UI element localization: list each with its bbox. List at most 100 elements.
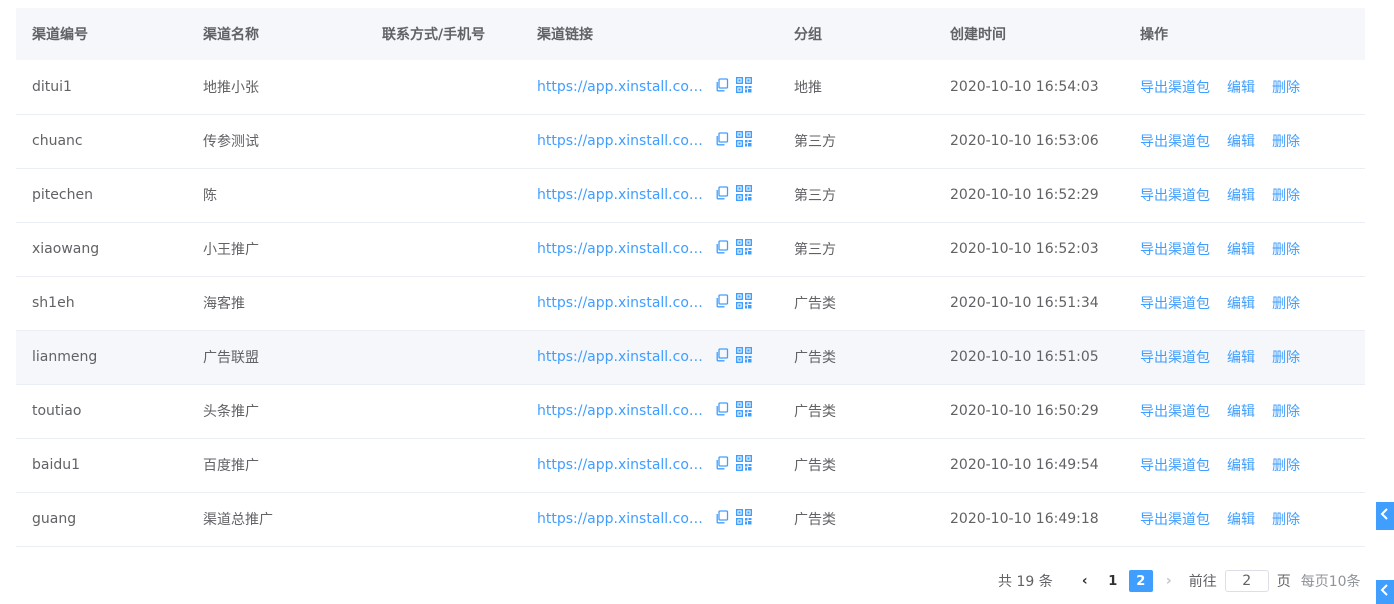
copy-icon[interactable] <box>715 240 729 258</box>
table-row: xiaowang 小王推广 https://app.xinstall.com/.… <box>16 222 1365 276</box>
channel-link[interactable]: https://app.xinstall.com/... <box>537 295 703 311</box>
export-package-button[interactable]: 导出渠道包 <box>1140 188 1210 204</box>
side-collapse-tab-2[interactable] <box>1376 580 1394 604</box>
created-time: 2020-10-10 16:51:05 <box>950 349 1099 365</box>
channel-code-cell: pitechen <box>16 168 187 222</box>
channel-name: 海客推 <box>203 296 245 312</box>
qrcode-icon[interactable] <box>735 508 752 529</box>
channel-link[interactable]: https://app.xinstall.com/... <box>537 403 703 419</box>
created-time-cell: 2020-10-10 16:50:29 <box>934 384 1124 438</box>
channel-name-cell: 海客推 <box>187 276 366 330</box>
channel-group-cell: 广告类 <box>778 492 934 546</box>
actions-cell: 导出渠道包 编辑 删除 <box>1124 60 1365 114</box>
channel-group-cell: 广告类 <box>778 276 934 330</box>
channel-group: 广告类 <box>794 404 836 420</box>
delete-button[interactable]: 删除 <box>1272 350 1300 366</box>
created-time: 2020-10-10 16:50:29 <box>950 403 1099 419</box>
qrcode-icon[interactable] <box>735 238 752 259</box>
edit-button[interactable]: 编辑 <box>1227 350 1255 366</box>
channel-name-cell: 广告联盟 <box>187 330 366 384</box>
delete-button[interactable]: 删除 <box>1272 188 1300 204</box>
table-row: guang 渠道总推广 https://app.xinstall.com/...… <box>16 492 1365 546</box>
channel-link[interactable]: https://app.xinstall.com/... <box>537 133 703 149</box>
delete-button[interactable]: 删除 <box>1272 242 1300 258</box>
delete-button[interactable]: 删除 <box>1272 404 1300 420</box>
qrcode-icon[interactable] <box>735 346 752 367</box>
export-package-button[interactable]: 导出渠道包 <box>1140 404 1210 420</box>
edit-button[interactable]: 编辑 <box>1227 134 1255 150</box>
channel-name: 渠道总推广 <box>203 512 273 528</box>
page-button-2[interactable]: 2 <box>1128 570 1153 592</box>
export-package-button[interactable]: 导出渠道包 <box>1140 458 1210 474</box>
chevron-left-icon[interactable]: ‹ <box>1073 570 1097 592</box>
export-package-button[interactable]: 导出渠道包 <box>1140 134 1210 150</box>
channel-contact-cell <box>366 60 521 114</box>
copy-icon[interactable] <box>715 132 729 150</box>
copy-icon[interactable] <box>715 78 729 96</box>
goto-page-input[interactable] <box>1224 570 1269 592</box>
chevron-right-icon[interactable]: › <box>1157 570 1181 592</box>
channel-link[interactable]: https://app.xinstall.com/... <box>537 187 703 203</box>
channel-link[interactable]: https://app.xinstall.com/... <box>537 349 703 365</box>
channel-table: 渠道编号 渠道名称 联系方式/手机号 渠道链接 分组 创建时间 操作 ditui… <box>16 8 1365 547</box>
qrcode-icon[interactable] <box>735 76 752 97</box>
side-collapse-tab[interactable] <box>1376 502 1394 530</box>
channel-link-cell: https://app.xinstall.com/... <box>521 168 778 222</box>
channel-code: toutiao <box>32 403 82 419</box>
edit-button[interactable]: 编辑 <box>1227 80 1255 96</box>
table-row: lianmeng 广告联盟 https://app.xinstall.com/.… <box>16 330 1365 384</box>
column-header-name: 渠道名称 <box>203 27 259 43</box>
chevron-left-icon <box>1380 508 1390 524</box>
edit-button[interactable]: 编辑 <box>1227 404 1255 420</box>
copy-icon[interactable] <box>715 294 729 312</box>
created-time-cell: 2020-10-10 16:52:03 <box>934 222 1124 276</box>
channel-name: 百度推广 <box>203 458 259 474</box>
export-package-button[interactable]: 导出渠道包 <box>1140 296 1210 312</box>
channel-link[interactable]: https://app.xinstall.com/... <box>537 79 703 95</box>
qrcode-icon[interactable] <box>735 184 752 205</box>
delete-button[interactable]: 删除 <box>1272 458 1300 474</box>
edit-button[interactable]: 编辑 <box>1227 242 1255 258</box>
qrcode-icon[interactable] <box>735 400 752 421</box>
channel-contact-cell <box>366 384 521 438</box>
qrcode-icon[interactable] <box>735 130 752 151</box>
copy-icon[interactable] <box>715 186 729 204</box>
delete-button[interactable]: 删除 <box>1272 512 1300 528</box>
export-package-button[interactable]: 导出渠道包 <box>1140 350 1210 366</box>
export-package-button[interactable]: 导出渠道包 <box>1140 512 1210 528</box>
table-header-row: 渠道编号 渠道名称 联系方式/手机号 渠道链接 分组 创建时间 操作 <box>16 8 1365 60</box>
channel-code: lianmeng <box>32 349 98 365</box>
actions-cell: 导出渠道包 编辑 删除 <box>1124 384 1365 438</box>
channel-code-cell: toutiao <box>16 384 187 438</box>
edit-button[interactable]: 编辑 <box>1227 458 1255 474</box>
channel-link[interactable]: https://app.xinstall.com/... <box>537 511 703 527</box>
edit-button[interactable]: 编辑 <box>1227 512 1255 528</box>
channel-code-cell: ditui1 <box>16 60 187 114</box>
channel-name: 陈 <box>203 188 217 204</box>
channel-group: 第三方 <box>794 134 836 150</box>
export-package-button[interactable]: 导出渠道包 <box>1140 242 1210 258</box>
edit-button[interactable]: 编辑 <box>1227 296 1255 312</box>
edit-button[interactable]: 编辑 <box>1227 188 1255 204</box>
created-time: 2020-10-10 16:54:03 <box>950 78 1099 95</box>
page-button-1[interactable]: 1 <box>1101 570 1125 592</box>
created-time-cell: 2020-10-10 16:54:03 <box>934 60 1124 114</box>
copy-icon[interactable] <box>715 402 729 420</box>
actions-cell: 导出渠道包 编辑 删除 <box>1124 276 1365 330</box>
delete-button[interactable]: 删除 <box>1272 80 1300 96</box>
total-count: 共 19 条 <box>998 574 1053 590</box>
channel-name: 小王推广 <box>203 242 259 258</box>
qrcode-icon[interactable] <box>735 454 752 475</box>
copy-icon[interactable] <box>715 510 729 528</box>
channel-link[interactable]: https://app.xinstall.com/... <box>537 241 703 257</box>
table-row: baidu1 百度推广 https://app.xinstall.com/...… <box>16 438 1365 492</box>
channel-link[interactable]: https://app.xinstall.com/... <box>537 457 703 473</box>
copy-icon[interactable] <box>715 456 729 474</box>
delete-button[interactable]: 删除 <box>1272 296 1300 312</box>
table-row: chuanc 传参测试 https://app.xinstall.com/...… <box>16 114 1365 168</box>
qrcode-icon[interactable] <box>735 292 752 313</box>
delete-button[interactable]: 删除 <box>1272 134 1300 150</box>
copy-icon[interactable] <box>715 348 729 366</box>
page-size-select[interactable]: 每页10条 <box>1301 571 1361 591</box>
export-package-button[interactable]: 导出渠道包 <box>1140 80 1210 96</box>
